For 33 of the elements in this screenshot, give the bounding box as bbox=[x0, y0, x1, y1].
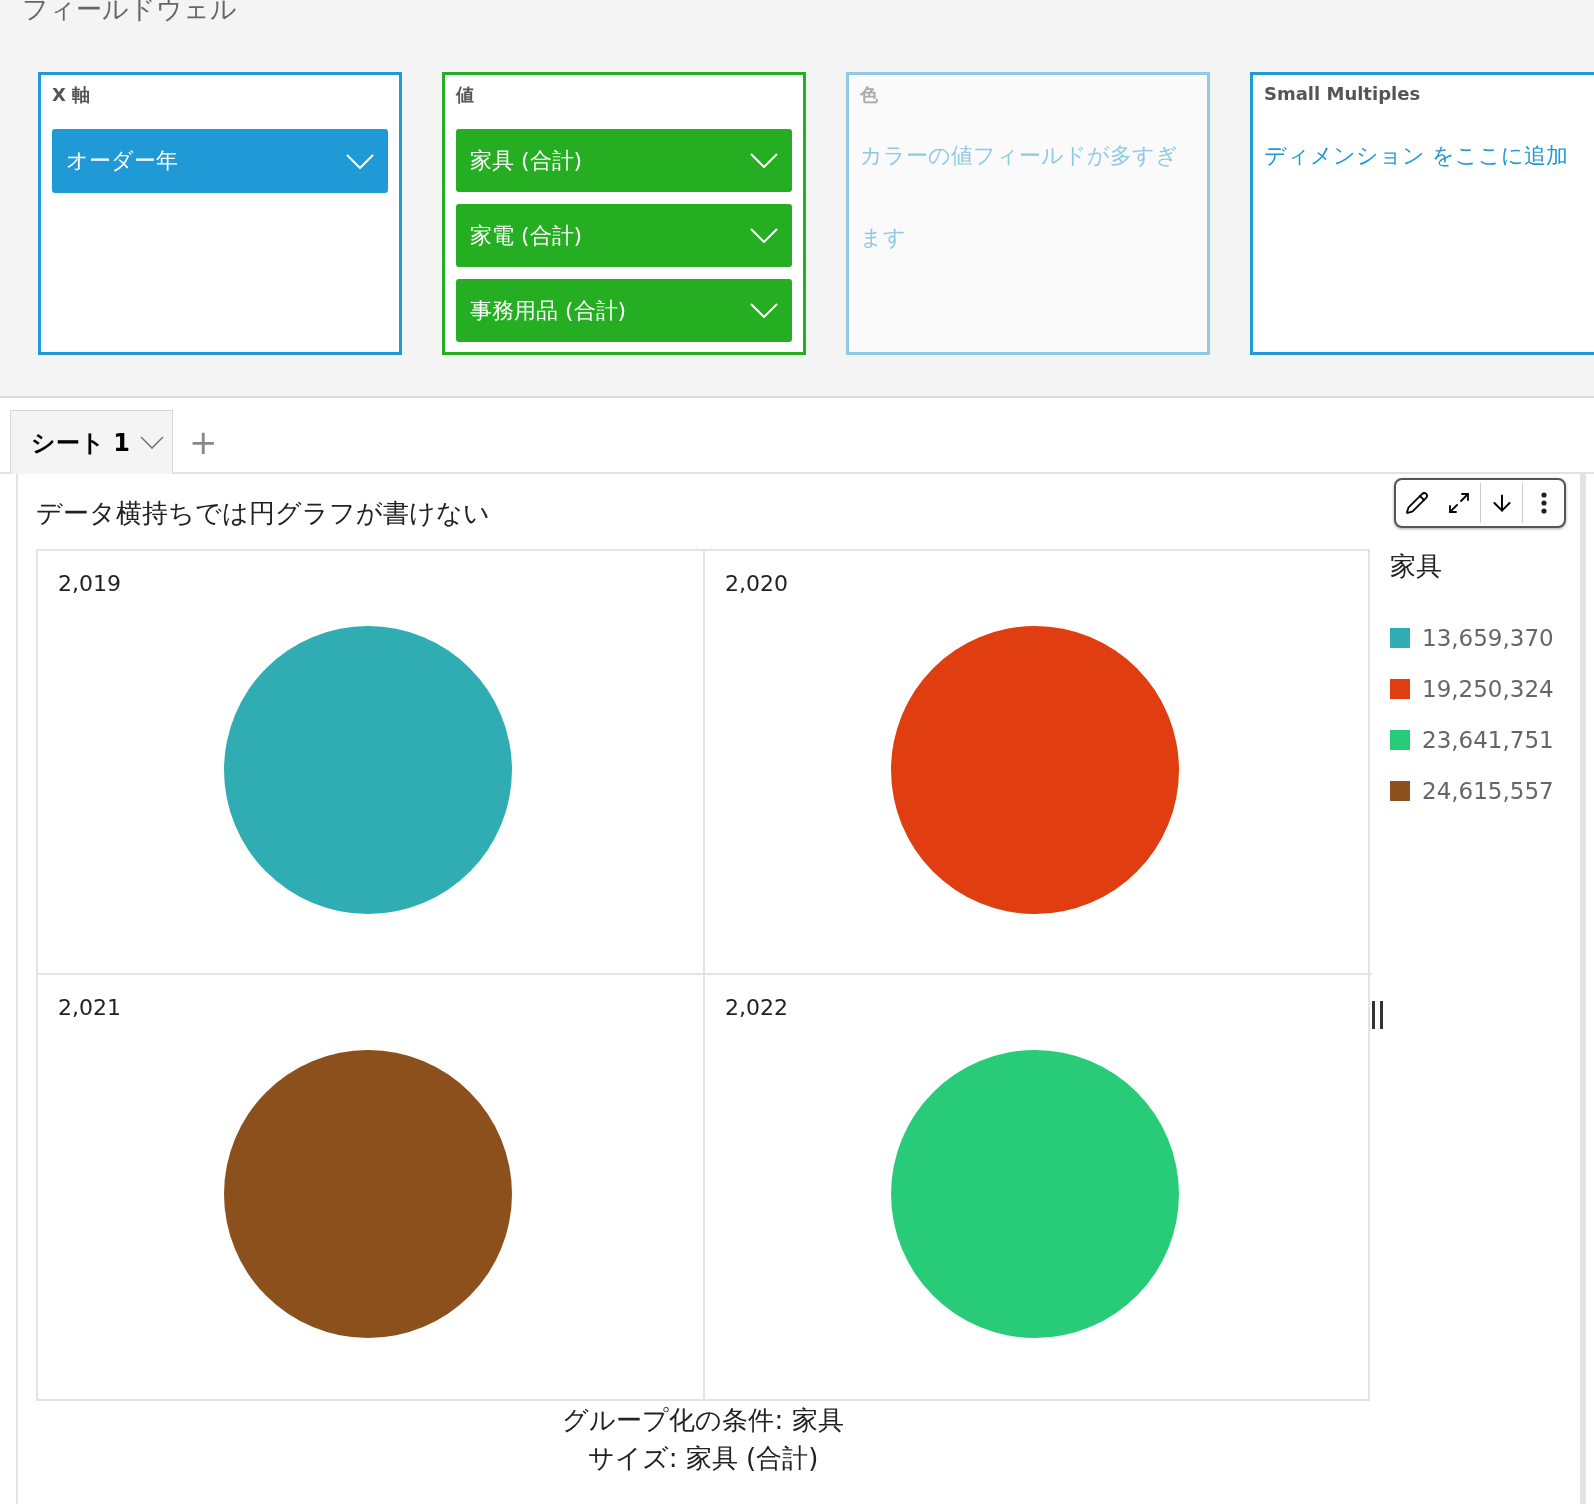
pencil-icon bbox=[1405, 491, 1429, 515]
resize-handle[interactable] bbox=[1372, 1001, 1383, 1029]
chevron-down-icon bbox=[140, 436, 165, 449]
chevron-down-icon bbox=[750, 303, 778, 318]
well-message: ディメンション をここに追加 bbox=[1264, 142, 1569, 170]
field-pill[interactable]: オーダー年 bbox=[52, 129, 388, 193]
chart-caption: グループ化の条件: 家具 bbox=[561, 1404, 845, 1437]
more-menu-icon bbox=[1540, 492, 1547, 514]
sheet-tab[interactable]: シート 1 bbox=[10, 410, 174, 474]
chevron-down-icon bbox=[750, 153, 778, 168]
well-label: 値 bbox=[456, 83, 475, 105]
panel-label: 2,022 bbox=[725, 995, 789, 1020]
chevron-down-icon bbox=[346, 153, 374, 169]
legend-label: 13,659,370 bbox=[1422, 624, 1554, 651]
well-label: X 軸 bbox=[52, 83, 92, 105]
field-pill[interactable]: 事務用品 (合計) bbox=[456, 279, 792, 342]
panel-label: 2,019 bbox=[58, 571, 122, 596]
legend-title: 家具 bbox=[1390, 550, 1443, 583]
expand-icon bbox=[1447, 491, 1471, 515]
legend-label: 19,250,324 bbox=[1422, 675, 1554, 702]
field-pill[interactable]: 家電 (合計) bbox=[456, 204, 792, 267]
chevron-down-icon bbox=[750, 228, 778, 243]
well-message: カラーの値フィールドが多すぎます bbox=[860, 142, 1179, 252]
field-pill[interactable]: 家具 (合計) bbox=[456, 129, 792, 192]
legend-label: 23,641,751 bbox=[1422, 726, 1554, 753]
legend-label: 24,615,557 bbox=[1422, 777, 1554, 804]
well-label: Small Multiples bbox=[1264, 83, 1422, 105]
chart-caption: サイズ: 家具 (合計) bbox=[586, 1442, 820, 1475]
add-sheet-button[interactable]: + bbox=[173, 412, 234, 472]
panel-label: 2,021 bbox=[58, 995, 122, 1020]
well-label: 色 bbox=[860, 83, 879, 105]
panel-label: 2,020 bbox=[725, 571, 789, 596]
visual-title: データ横持ちでは円グラフが書けない bbox=[36, 497, 490, 530]
